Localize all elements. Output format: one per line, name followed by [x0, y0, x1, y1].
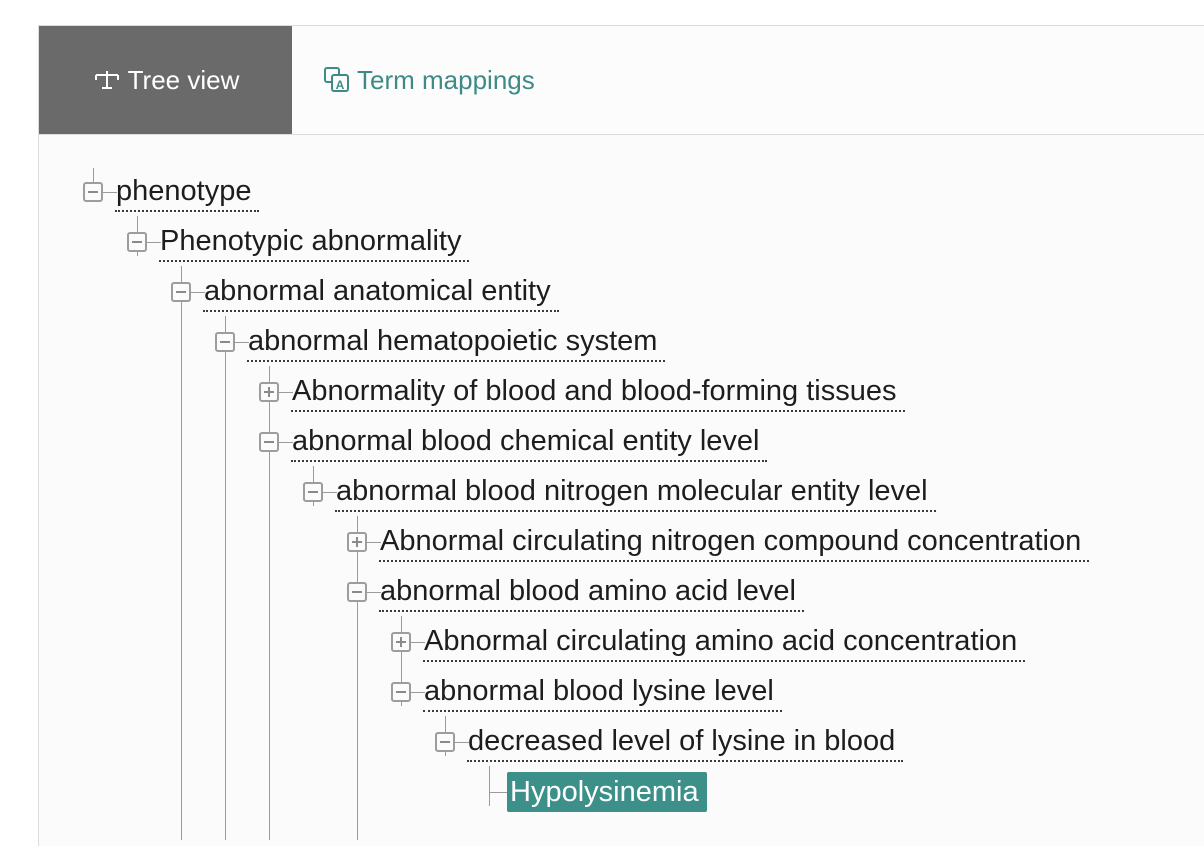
- svg-text:A: A: [336, 78, 345, 92]
- tree-connector: [445, 718, 446, 732]
- expand-node-icon[interactable]: [391, 632, 411, 652]
- collapse-node-icon[interactable]: [347, 582, 367, 602]
- tree-node-label[interactable]: Phenotypic abnormality: [159, 222, 470, 262]
- tree-node-label[interactable]: Abnormal circulating nitrogen compound c…: [379, 522, 1090, 562]
- tree-connector: [269, 368, 270, 382]
- collapse-node-icon[interactable]: [259, 432, 279, 452]
- tree-connector: [137, 218, 138, 232]
- tab-term-mappings-label: Term mappings: [357, 64, 535, 95]
- tree-node-selected[interactable]: Hypolysinemia: [507, 772, 707, 812]
- collapse-node-icon[interactable]: [83, 182, 103, 202]
- tree-node-label[interactable]: phenotype: [115, 172, 260, 212]
- tree-connector: [489, 768, 490, 792]
- collapse-node-icon[interactable]: [391, 682, 411, 702]
- tree-guide-line: [357, 516, 358, 840]
- tree-node-label[interactable]: decreased level of lysine in blood: [467, 722, 904, 762]
- tab-term-mappings[interactable]: A Term mappings: [323, 26, 583, 134]
- tree-connector: [401, 668, 402, 682]
- tree-connector: [93, 168, 94, 182]
- tree-connector: [401, 618, 402, 632]
- tree-connector: [225, 318, 226, 332]
- tree-connector: [313, 468, 314, 482]
- tree-connector: [357, 568, 358, 582]
- translate-mapping-icon: A: [323, 66, 351, 94]
- tree-node-label[interactable]: abnormal anatomical entity: [203, 272, 559, 312]
- tree-node-label[interactable]: Abnormality of blood and blood-forming t…: [291, 372, 905, 412]
- tree-node-label[interactable]: Abnormal circulating amino acid concentr…: [423, 622, 1026, 662]
- collapse-node-icon[interactable]: [435, 732, 455, 752]
- collapse-node-icon[interactable]: [127, 232, 147, 252]
- tree-node-label[interactable]: abnormal blood lysine level: [423, 672, 782, 712]
- tab-tree-view[interactable]: Tree view: [39, 26, 292, 134]
- tree-node-label[interactable]: abnormal hematopoietic system: [247, 322, 666, 362]
- tree-guide-line: [181, 266, 182, 840]
- tree-node-label[interactable]: abnormal blood amino acid level: [379, 572, 804, 612]
- collapse-node-icon[interactable]: [303, 482, 323, 502]
- tree-connector: [489, 792, 507, 793]
- tab-tree-view-label: Tree view: [127, 64, 240, 95]
- tab-bar: Tree view A Term mappings: [39, 26, 1204, 135]
- collapse-node-icon[interactable]: [171, 282, 191, 302]
- expand-node-icon[interactable]: [347, 532, 367, 552]
- tree-connector: [269, 418, 270, 432]
- expand-node-icon[interactable]: [259, 382, 279, 402]
- collapse-node-icon[interactable]: [215, 332, 235, 352]
- tree-connector: [181, 268, 182, 282]
- tree-guide-line: [225, 316, 226, 840]
- tree-structure-icon: [92, 69, 122, 91]
- tree-node-label[interactable]: abnormal blood chemical entity level: [291, 422, 768, 462]
- tree-connector: [357, 518, 358, 532]
- tree-node-label[interactable]: abnormal blood nitrogen molecular entity…: [335, 472, 936, 512]
